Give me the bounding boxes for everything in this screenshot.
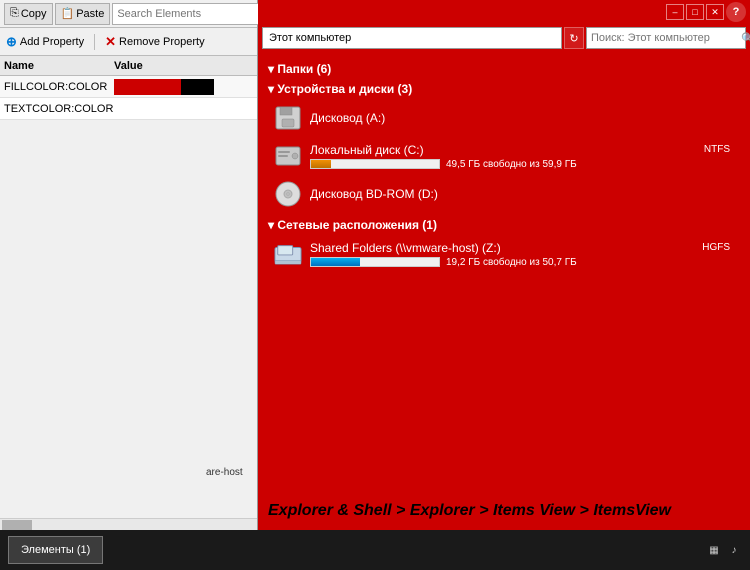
remove-property-button[interactable]: ✕ Remove Property xyxy=(105,34,205,50)
table-row[interactable]: TEXTCOLOR:COLOR xyxy=(0,98,257,120)
drive-item-z[interactable]: Shared Folders (\\vmware-host) (Z:) HGFS… xyxy=(268,236,740,272)
drive-fs-z: HGFS xyxy=(702,242,734,253)
drive-bar-fill-z xyxy=(311,258,360,266)
taskbar: Элементы (1) ▦ ♪ xyxy=(0,530,750,570)
property-name: TEXTCOLOR:COLOR xyxy=(4,103,114,115)
paste-button[interactable]: 📋 Paste xyxy=(55,3,111,25)
horizontal-scrollbar[interactable] xyxy=(0,518,257,530)
refresh-button[interactable]: ↻ xyxy=(564,27,584,49)
drive-info-c: Локальный диск (C:) NTFS 49,5 ГБ свободн… xyxy=(310,143,734,170)
property-value-cell xyxy=(114,79,253,95)
swatch-black xyxy=(181,79,214,95)
add-property-label: Add Property xyxy=(20,36,84,48)
col-value-header: Value xyxy=(114,60,253,72)
separator xyxy=(94,34,95,50)
drive-name-d: Дисковод BD-ROM (D:) xyxy=(310,187,734,201)
hdd-drive-icon xyxy=(274,142,302,170)
color-swatch-fillcolor xyxy=(114,79,214,95)
remove-property-label: Remove Property xyxy=(119,36,205,48)
drive-bar-fill-c xyxy=(311,160,331,168)
drive-item-a[interactable]: Дисковод (A:) xyxy=(268,100,740,136)
search-input[interactable] xyxy=(112,3,264,25)
taskbar-button[interactable]: Элементы (1) xyxy=(8,536,103,564)
explorer-content: ▾ Папки (6) ▾ Устройства и диски (3) Дис… xyxy=(258,52,750,280)
breadcrumb-area: Explorer & Shell > Explorer > Items View… xyxy=(258,440,750,530)
drive-size-z: 19,2 ГБ свободно из 50,7 ГБ xyxy=(446,257,577,268)
copy-label: Copy xyxy=(21,8,47,20)
cdrom-drive-icon xyxy=(274,180,302,208)
drive-size-c: 49,5 ГБ свободно из 59,9 ГБ xyxy=(446,159,577,170)
vmware-host-label: are-host xyxy=(204,465,245,480)
col-name-header: Name xyxy=(4,60,114,72)
breadcrumb: Explorer & Shell > Explorer > Items View… xyxy=(268,502,740,520)
drive-name-z: Shared Folders (\\vmware-host) (Z:) xyxy=(310,241,501,255)
copy-button[interactable]: ⎘ Copy xyxy=(4,3,53,25)
paste-icon: 📋 xyxy=(61,7,75,20)
drive-item-c[interactable]: Локальный диск (C:) NTFS 49,5 ГБ свободн… xyxy=(268,138,740,174)
tray-icon-1[interactable]: ▦ xyxy=(706,542,722,558)
drive-fs-c: NTFS xyxy=(704,144,734,155)
copy-icon: ⎘ xyxy=(10,7,19,20)
explorer-search-icon: 🔍 xyxy=(737,32,750,45)
explorer-search-box: 🔍 xyxy=(586,27,746,49)
add-property-button[interactable]: ⊕ Add Property xyxy=(6,34,84,50)
close-button[interactable]: ✕ xyxy=(706,4,724,20)
floppy-drive-icon xyxy=(274,104,302,132)
taskbar-tray: ▦ ♪ xyxy=(706,542,742,558)
drive-bar-z xyxy=(310,257,440,267)
drive-bar-container-c: 49,5 ГБ свободно из 59,9 ГБ xyxy=(310,159,734,170)
table-row[interactable]: FILLCOLOR:COLOR xyxy=(0,76,257,98)
explorer-nav: Этот компьютер ↻ 🔍 xyxy=(258,24,750,52)
minimize-button[interactable]: – xyxy=(666,4,684,20)
network-drive-icon xyxy=(274,240,302,268)
drive-bar-container-z: 19,2 ГБ свободно из 50,7 ГБ xyxy=(310,257,734,268)
drive-info-z: Shared Folders (\\vmware-host) (Z:) HGFS… xyxy=(310,241,734,268)
maximize-button[interactable]: □ xyxy=(686,4,704,20)
explorer-titlebar: – □ ✕ ? xyxy=(258,0,750,24)
remove-icon: ✕ xyxy=(105,34,116,50)
swatch-red xyxy=(114,79,181,95)
property-table-body: FILLCOLOR:COLOR TEXTCOLOR:COLOR xyxy=(0,76,257,518)
toolbar-top: ⎘ Copy 📋 Paste 🔍 xyxy=(0,0,257,28)
tray-icon-2[interactable]: ♪ xyxy=(726,542,742,558)
drive-item-d[interactable]: Дисковод BD-ROM (D:) xyxy=(268,176,740,212)
property-table-header: Name Value xyxy=(0,56,257,76)
taskbar-button-label: Элементы (1) xyxy=(21,544,90,556)
scroll-thumb xyxy=(2,520,32,530)
section-header-folders[interactable]: ▾ Папки (6) xyxy=(268,58,740,78)
property-toolbar: ⊕ Add Property ✕ Remove Property xyxy=(0,28,257,56)
section-header-network[interactable]: ▾ Сетевые расположения (1) xyxy=(268,214,740,234)
address-text: Этот компьютер xyxy=(269,32,351,44)
drive-name-a: Дисковод (A:) xyxy=(310,111,734,125)
drive-bar-c xyxy=(310,159,440,169)
section-header-devices[interactable]: ▾ Устройства и диски (3) xyxy=(268,78,740,98)
property-name: FILLCOLOR:COLOR xyxy=(4,81,114,93)
help-icon[interactable]: ? xyxy=(726,2,746,22)
drive-info-d: Дисковод BD-ROM (D:) xyxy=(310,187,734,201)
drive-name-c: Локальный диск (C:) xyxy=(310,143,424,157)
address-bar[interactable]: Этот компьютер xyxy=(262,27,562,49)
explorer-search-input[interactable] xyxy=(587,28,737,48)
drive-info-a: Дисковод (A:) xyxy=(310,111,734,125)
left-panel: ⎘ Copy 📋 Paste 🔍 ⊕ Add Property ✕ Remove… xyxy=(0,0,258,530)
paste-label: Paste xyxy=(76,8,104,20)
add-icon: ⊕ xyxy=(6,34,17,50)
explorer-panel: – □ ✕ ? Этот компьютер ↻ 🔍 ▾ Папки (6) ▾… xyxy=(258,0,750,440)
